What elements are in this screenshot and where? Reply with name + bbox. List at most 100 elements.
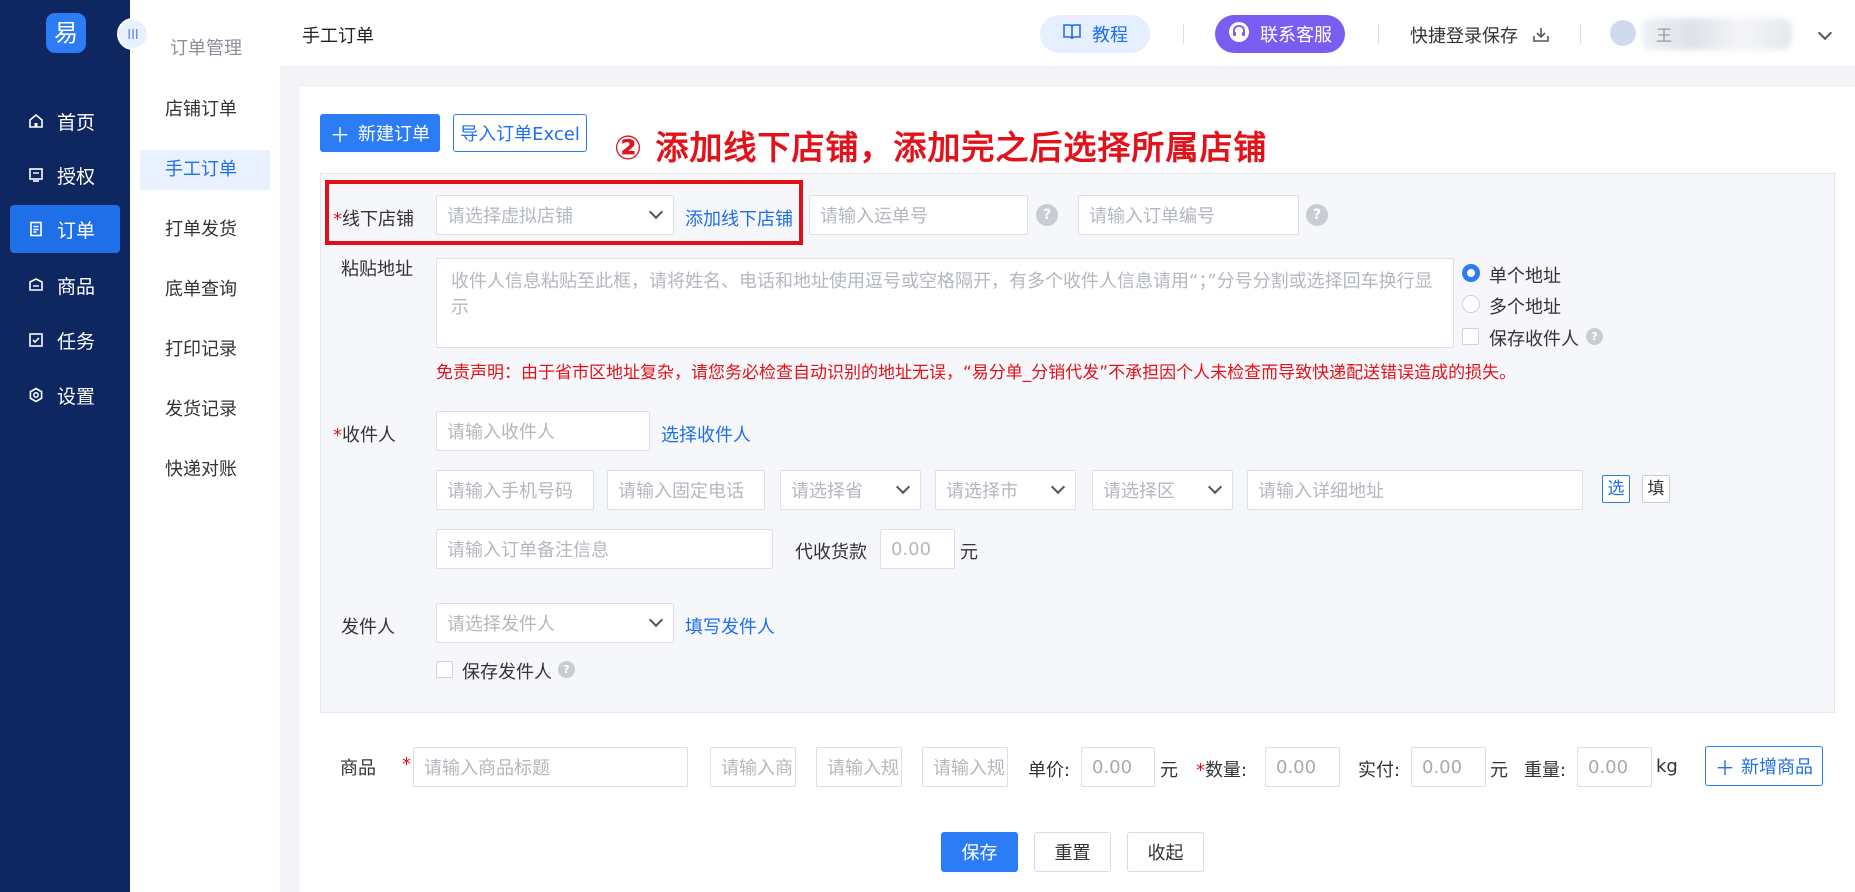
collapse-sidebar-button[interactable]: III bbox=[117, 18, 149, 50]
nav-item-label: 任务 bbox=[57, 330, 96, 353]
nav-item-home[interactable]: 首页 bbox=[10, 97, 120, 145]
sub-item-print-records[interactable]: 打印记录 bbox=[140, 330, 270, 370]
sender-placeholder: 请选择发件人 bbox=[447, 614, 555, 635]
required-mark: * bbox=[402, 754, 411, 775]
single-address-radio[interactable] bbox=[1462, 264, 1480, 282]
plus-icon: ＋ bbox=[1715, 755, 1735, 780]
cod-unit: 元 bbox=[960, 542, 978, 563]
receiver-label: *收件人 bbox=[333, 425, 396, 446]
nav-item-products[interactable]: 商品 bbox=[10, 261, 120, 309]
help-icon[interactable]: ? bbox=[558, 661, 575, 678]
multi-address-radio[interactable] bbox=[1462, 295, 1480, 313]
save-receiver-label: 保存收件人 bbox=[1489, 329, 1579, 350]
sender-label: 发件人 bbox=[341, 617, 395, 638]
fill-address-button[interactable]: 填 bbox=[1642, 475, 1670, 503]
district-placeholder: 请选择区 bbox=[1103, 481, 1175, 502]
goods-spec2-input[interactable]: 请输入规 bbox=[922, 747, 1008, 787]
reset-button[interactable]: 重置 bbox=[1034, 832, 1111, 872]
province-placeholder: 请选择省 bbox=[791, 481, 863, 502]
receiver-name-input[interactable]: 请输入收件人 bbox=[436, 411, 650, 451]
order-remark-input[interactable]: 请输入订单备注信息 bbox=[436, 529, 773, 569]
city-placeholder: 请选择市 bbox=[946, 481, 1018, 502]
nav-item-label: 授权 bbox=[57, 165, 96, 188]
sub-item-store-orders[interactable]: 店铺订单 bbox=[140, 90, 270, 130]
nav-item-tasks[interactable]: 任务 bbox=[10, 316, 120, 364]
sub-item-express-reconcile[interactable]: 快递对账 bbox=[140, 450, 270, 490]
choose-receiver-link[interactable]: 选择收件人 bbox=[661, 421, 751, 447]
sub-item-record-query[interactable]: 底单查询 bbox=[140, 270, 270, 310]
chevron-down-icon bbox=[1207, 479, 1223, 495]
order-icon bbox=[27, 220, 45, 238]
chevron-down-icon bbox=[895, 479, 911, 495]
tutorial-label: 教程 bbox=[1092, 25, 1128, 46]
tutorial-button[interactable]: 教程 bbox=[1040, 15, 1150, 53]
receiver-label-text: 收件人 bbox=[342, 425, 396, 446]
multi-address-label: 多个地址 bbox=[1489, 297, 1561, 318]
settings-icon bbox=[27, 386, 45, 404]
quantity-input[interactable]: 0.00 bbox=[1265, 747, 1340, 787]
customer-service-button[interactable]: 联系客服 bbox=[1215, 15, 1345, 53]
home-icon bbox=[27, 112, 45, 130]
nav-item-label: 设置 bbox=[57, 385, 96, 408]
price-input[interactable]: 0.00 bbox=[1081, 747, 1155, 787]
district-select[interactable]: 请选择区 bbox=[1092, 470, 1233, 510]
disclaimer-text: 免责声明：由于省市区地址复杂，请您务必检查自动识别的地址无误，“易分单_分销代发… bbox=[436, 363, 1517, 383]
new-order-button[interactable]: ＋ 新建订单 bbox=[320, 114, 440, 152]
waybill-input[interactable]: 请输入运单号 bbox=[809, 195, 1028, 235]
save-button[interactable]: 保存 bbox=[941, 832, 1018, 872]
header-divider bbox=[1378, 24, 1379, 44]
nav-item-orders[interactable]: 订单 bbox=[10, 205, 120, 253]
mobile-input[interactable]: 请输入手机号码 bbox=[436, 470, 594, 510]
city-select[interactable]: 请选择市 bbox=[935, 470, 1076, 510]
headset-icon bbox=[1228, 21, 1250, 48]
avatar[interactable] bbox=[1610, 20, 1636, 46]
goods-code-input[interactable]: 请输入商 bbox=[710, 747, 796, 787]
paste-address-textarea[interactable]: 收件人信息粘贴至此框，请将姓名、电话和地址使用逗号或空格隔开，有多个收件人信息请… bbox=[436, 258, 1454, 348]
app-logo: 易 bbox=[46, 13, 86, 53]
save-receiver-checkbox[interactable] bbox=[1462, 328, 1479, 345]
cod-input[interactable]: 0.00 bbox=[880, 529, 955, 569]
price-label: 单价: bbox=[1028, 760, 1071, 781]
goods-spec-input[interactable]: 请输入规 bbox=[816, 747, 902, 787]
highlight-box bbox=[325, 180, 803, 245]
weight-label: 重量: bbox=[1524, 760, 1567, 781]
nav-item-authorize[interactable]: 授权 bbox=[10, 151, 120, 199]
sub-sidebar bbox=[130, 0, 280, 892]
landline-input[interactable]: 请输入固定电话 bbox=[607, 470, 765, 510]
download-icon bbox=[1532, 27, 1550, 48]
quick-login-save[interactable]: 快捷登录保存 bbox=[1410, 22, 1550, 48]
sender-select[interactable]: 请选择发件人 bbox=[436, 603, 674, 643]
fill-sender-link[interactable]: 填写发件人 bbox=[685, 613, 775, 639]
collapse-button[interactable]: 收起 bbox=[1127, 832, 1204, 872]
sub-item-manual-orders[interactable]: 手工订单 bbox=[140, 150, 270, 190]
help-icon[interactable]: ? bbox=[1306, 204, 1328, 226]
quantity-label-text: 数量: bbox=[1205, 760, 1248, 781]
chevron-down-icon bbox=[648, 612, 664, 628]
add-goods-button[interactable]: ＋ 新增商品 bbox=[1705, 746, 1823, 786]
save-sender-checkbox[interactable] bbox=[436, 661, 453, 678]
cod-label: 代收货款 bbox=[795, 542, 867, 563]
product-icon bbox=[27, 276, 45, 294]
detail-address-input[interactable]: 请输入详细地址 bbox=[1247, 470, 1583, 510]
weight-unit: kg bbox=[1656, 756, 1678, 777]
sub-sidebar-title: 订单管理 bbox=[170, 38, 242, 59]
paid-input[interactable]: 0.00 bbox=[1411, 747, 1486, 787]
help-icon[interactable]: ? bbox=[1586, 328, 1603, 345]
nav-item-settings[interactable]: 设置 bbox=[10, 371, 120, 419]
weight-input[interactable]: 0.00 bbox=[1577, 747, 1652, 787]
user-initial: 王 bbox=[1656, 26, 1673, 45]
add-goods-label: 新增商品 bbox=[1741, 757, 1813, 778]
nav-item-label: 订单 bbox=[57, 219, 96, 242]
new-order-label: 新建订单 bbox=[358, 124, 430, 145]
help-icon[interactable]: ? bbox=[1036, 204, 1058, 226]
order-number-input[interactable]: 请输入订单编号 bbox=[1078, 195, 1299, 235]
pick-address-button[interactable]: 选 bbox=[1602, 475, 1630, 503]
import-excel-button[interactable]: 导入订单Excel bbox=[453, 114, 587, 152]
save-sender-label: 保存发件人 bbox=[462, 662, 552, 683]
paid-unit: 元 bbox=[1490, 760, 1508, 781]
sub-item-print-ship[interactable]: 打单发货 bbox=[140, 210, 270, 250]
province-select[interactable]: 请选择省 bbox=[780, 470, 921, 510]
goods-title-input[interactable]: 请输入商品标题 bbox=[413, 747, 688, 787]
paid-label: 实付: bbox=[1358, 760, 1401, 781]
sub-item-ship-records[interactable]: 发货记录 bbox=[140, 390, 270, 430]
